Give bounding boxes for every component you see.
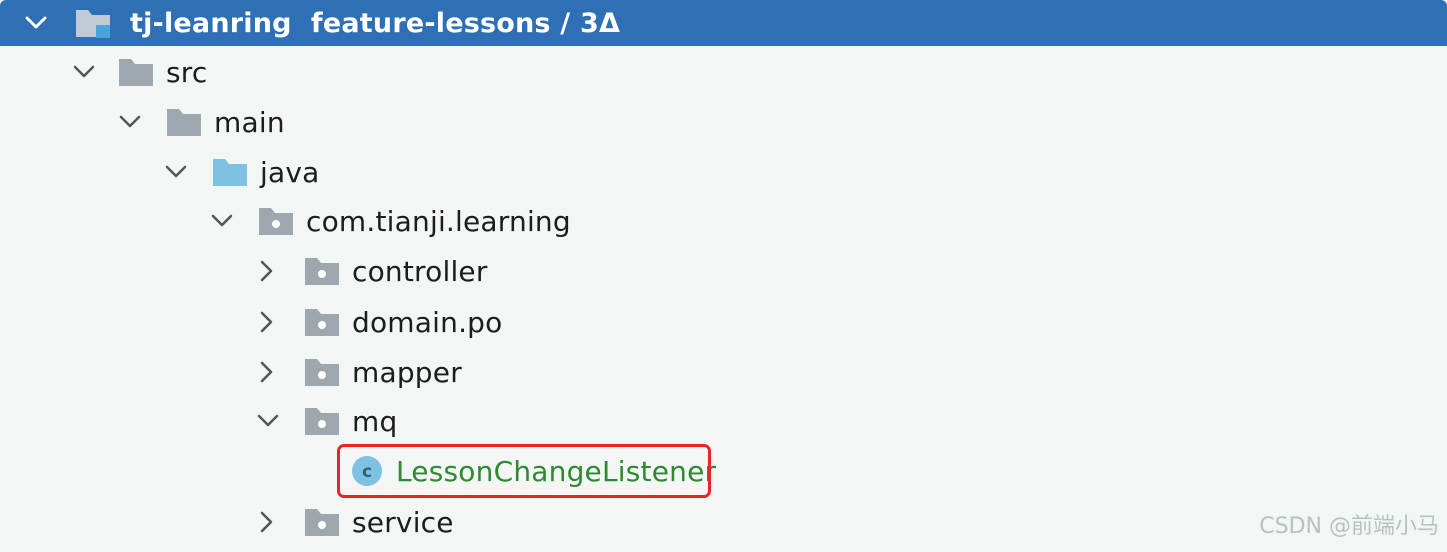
package-icon: [304, 406, 340, 436]
watermark: CSDN @前端小马: [1259, 514, 1439, 539]
node-label: src: [166, 55, 208, 89]
chevron-down-icon[interactable]: [162, 158, 190, 186]
tree-node-mq[interactable]: mq: [0, 396, 1447, 446]
node-label: domain.po: [352, 305, 503, 339]
tree-node-java[interactable]: java: [0, 147, 1447, 197]
chevron-down-icon[interactable]: [70, 58, 98, 86]
tree-node-main[interactable]: main: [0, 97, 1447, 147]
tree-node-src[interactable]: src: [0, 47, 1447, 97]
node-label: service: [352, 505, 454, 539]
node-label: com.tianji.learning: [306, 204, 571, 238]
node-label: main: [214, 105, 285, 139]
node-label: mq: [352, 404, 398, 438]
chevron-down-icon[interactable]: [116, 108, 144, 136]
folder-icon: [166, 107, 202, 137]
tree-node-lesson-change-listener[interactable]: c LessonChangeListener: [0, 446, 1447, 496]
folder-icon: [118, 57, 154, 87]
tree-node-package-root[interactable]: com.tianji.learning: [0, 196, 1447, 246]
project-root-row[interactable]: tj-leanring feature-lessons / 3Δ: [0, 0, 1447, 46]
chevron-down-icon[interactable]: [208, 207, 236, 235]
highlight-box: [337, 444, 711, 498]
package-icon: [304, 507, 340, 537]
source-folder-icon: [212, 157, 248, 187]
chevron-down-icon[interactable]: [254, 407, 282, 435]
node-label: controller: [352, 254, 488, 288]
tree-node-mapper[interactable]: mapper: [0, 347, 1447, 397]
chevron-right-icon[interactable]: [252, 508, 280, 536]
tree-node-controller[interactable]: controller: [0, 246, 1447, 296]
chevron-right-icon[interactable]: [252, 358, 280, 386]
project-tree: tj-leanring feature-lessons / 3Δ src mai…: [0, 0, 1447, 552]
chevron-right-icon[interactable]: [252, 308, 280, 336]
package-icon: [304, 357, 340, 387]
node-label: java: [260, 155, 320, 189]
branch-label: feature-lessons / 3Δ: [310, 7, 621, 39]
package-icon: [304, 307, 340, 337]
chevron-down-icon[interactable]: [22, 9, 50, 37]
package-icon: [304, 256, 340, 286]
project-title: tj-leanring feature-lessons / 3Δ: [130, 8, 620, 39]
project-name: tj-leanring: [130, 7, 292, 39]
tree-node-domain-po[interactable]: domain.po: [0, 297, 1447, 347]
package-icon: [258, 206, 294, 236]
module-folder-icon: [74, 6, 112, 40]
node-label: mapper: [352, 355, 462, 389]
tree-node-service[interactable]: service: [0, 497, 1447, 547]
chevron-right-icon[interactable]: [252, 257, 280, 285]
